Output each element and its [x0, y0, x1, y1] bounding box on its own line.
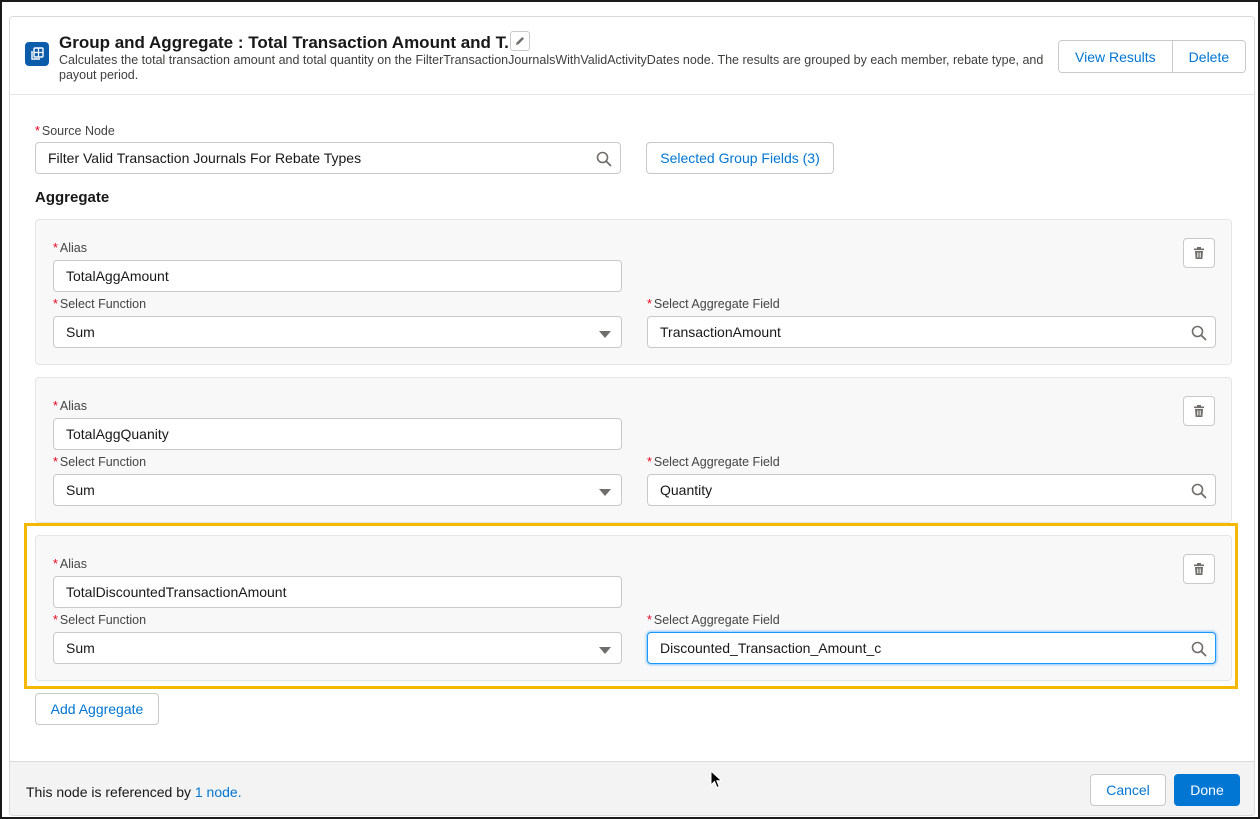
- select-aggregate-field-input[interactable]: TransactionAmount: [647, 316, 1216, 348]
- search-icon[interactable]: [1190, 482, 1208, 500]
- pencil-icon: [516, 37, 524, 45]
- select-function-dropdown[interactable]: Sum: [53, 474, 622, 506]
- panel-footer: This node is referenced by 1 node. Cance…: [10, 761, 1254, 815]
- screenshot-frame: Group and Aggregate : Total Transaction …: [0, 0, 1260, 819]
- alias-input[interactable]: TotalDiscountedTransactionAmount: [53, 576, 622, 608]
- select-aggregate-field-input[interactable]: Discounted_Transaction_Amount_c: [647, 632, 1216, 664]
- delete-aggregate-button[interactable]: [1183, 396, 1215, 426]
- select-aggregate-field-label: * Select Aggregate Field: [647, 455, 780, 469]
- reference-text: This node is referenced by 1 node.: [26, 784, 242, 800]
- selected-group-fields-button[interactable]: Selected Group Fields (3): [646, 142, 834, 174]
- select-function-label: * Select Function: [53, 297, 147, 311]
- alias-label: * Alias: [53, 399, 87, 413]
- search-icon[interactable]: [1190, 324, 1208, 342]
- select-aggregate-field-input[interactable]: Quantity: [647, 474, 1216, 506]
- group-aggregate-icon: [25, 42, 49, 66]
- alias-input[interactable]: TotalAggQuanity: [53, 418, 622, 450]
- delete-button[interactable]: Delete: [1171, 41, 1246, 72]
- cancel-button[interactable]: Cancel: [1090, 774, 1166, 806]
- header-button-group: View Results Delete: [1058, 40, 1247, 73]
- aggregate-section-title: Aggregate: [35, 189, 110, 206]
- search-icon[interactable]: [595, 150, 613, 168]
- alias-label: * Alias: [53, 557, 87, 571]
- aggregate-card: * Alias TotalDiscountedTransactionAmount …: [35, 535, 1232, 681]
- node-title: Group and Aggregate : Total Transaction …: [59, 33, 519, 52]
- dropdown-arrow-icon: [599, 331, 611, 338]
- aggregate-card: * Alias TotalAggAmount * Select Function S…: [35, 219, 1232, 365]
- add-aggregate-button[interactable]: Add Aggregate: [35, 693, 159, 725]
- source-node-input[interactable]: Filter Valid Transaction Journals For Re…: [35, 142, 621, 174]
- trash-icon: [1194, 247, 1204, 259]
- referenced-nodes-link[interactable]: 1 node.: [195, 784, 242, 800]
- dropdown-arrow-icon: [599, 647, 611, 654]
- mouse-cursor-icon: [710, 770, 723, 789]
- select-function-dropdown[interactable]: Sum: [53, 632, 622, 664]
- select-aggregate-field-label: * Select Aggregate Field: [647, 297, 780, 311]
- aggregate-card: * Alias TotalAggQuanity * Select Function …: [35, 377, 1232, 523]
- source-node-label: * Source Node: [35, 124, 115, 138]
- alias-label: * Alias: [53, 241, 87, 255]
- view-results-button[interactable]: View Results: [1059, 41, 1172, 72]
- search-icon[interactable]: [1190, 640, 1208, 658]
- dropdown-arrow-icon: [599, 489, 611, 496]
- select-function-dropdown[interactable]: Sum: [53, 316, 622, 348]
- select-function-label: * Select Function: [53, 455, 147, 469]
- delete-aggregate-button[interactable]: [1183, 554, 1215, 584]
- edit-title-button[interactable]: [510, 31, 530, 51]
- select-aggregate-field-label: * Select Aggregate Field: [647, 613, 780, 627]
- node-editor-panel: Group and Aggregate : Total Transaction …: [9, 16, 1255, 816]
- node-header: Group and Aggregate : Total Transaction …: [10, 17, 1254, 95]
- select-function-label: * Select Function: [53, 613, 147, 627]
- trash-icon: [1194, 405, 1204, 417]
- required-marker: *: [35, 124, 40, 138]
- trash-icon: [1194, 563, 1204, 575]
- alias-input[interactable]: TotalAggAmount: [53, 260, 622, 292]
- delete-aggregate-button[interactable]: [1183, 238, 1215, 268]
- done-button[interactable]: Done: [1174, 774, 1240, 806]
- node-description: Calculates the total transaction amount …: [59, 53, 1044, 82]
